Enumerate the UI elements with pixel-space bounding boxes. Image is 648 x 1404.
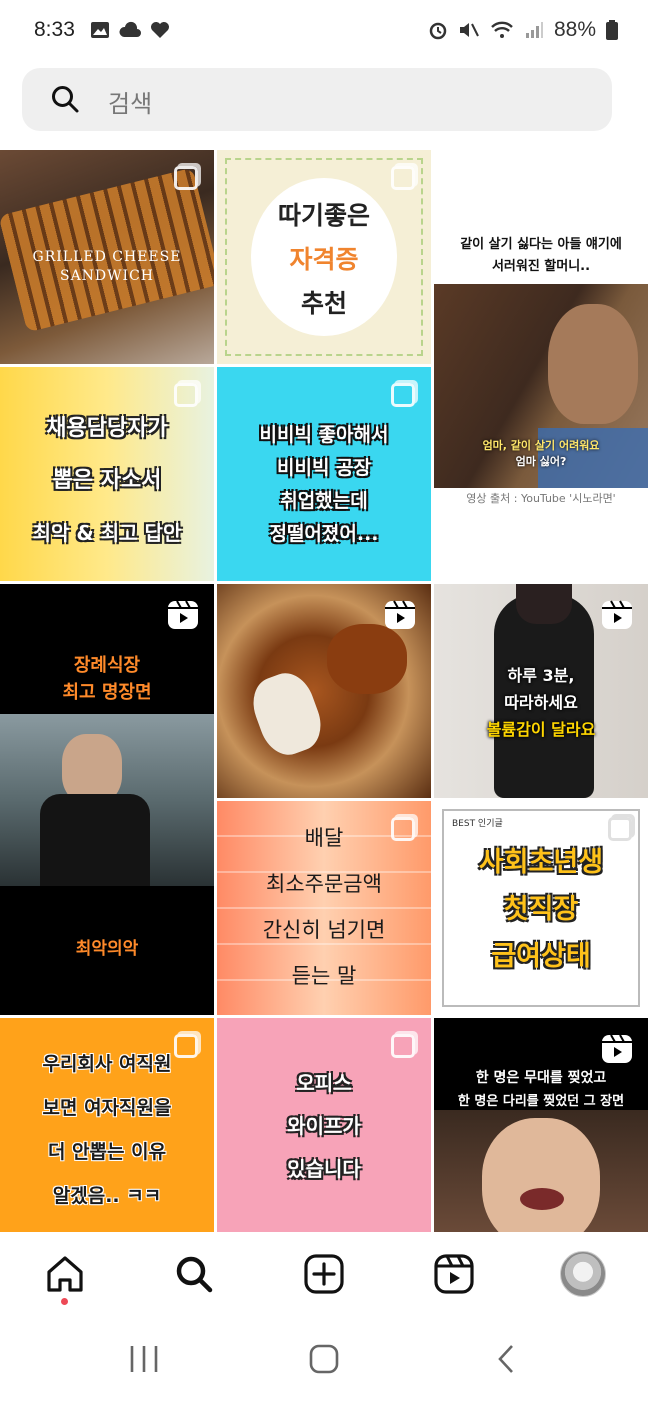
nav-home[interactable] (41, 1250, 89, 1298)
search-icon (176, 1256, 213, 1293)
tile-line: 정떨어졌어... (269, 523, 379, 545)
tile-line: 알겠음.. ㅋㅋ (52, 1185, 162, 1207)
tile-line: 취업했는데 (280, 490, 368, 512)
tile-line: 최악 & 최고 답안 (32, 521, 182, 545)
tile-line: 최고 명장면 (62, 682, 152, 703)
source-credit: 영상 출처 : YouTube '시노라면' (466, 492, 616, 505)
post-tile-bibibig[interactable]: 비비빅 좋아해서 비비빅 공장 취업했는데 정떨어졌어... (217, 367, 431, 581)
tile-line: 따라하세요 (504, 693, 578, 712)
nav-profile[interactable] (559, 1250, 607, 1298)
home-icon (47, 1256, 83, 1292)
tile-line: 자격증 (289, 245, 359, 274)
subtitle-line: 엄마, 같이 살기 어려워요 (482, 439, 600, 452)
nav-reels[interactable] (430, 1250, 478, 1298)
tile-line: 비비빅 공장 (276, 457, 371, 479)
nav-search[interactable] (170, 1250, 218, 1298)
avatar (560, 1251, 606, 1297)
tile-line: 최소주문금액 (266, 872, 382, 896)
tile-line: 오피스 (296, 1071, 352, 1095)
status-bar: 8:33 88% (0, 0, 648, 64)
recent-apps-button[interactable] (128, 1344, 160, 1374)
back-button[interactable] (492, 1344, 522, 1374)
status-time: 8:33 (34, 18, 75, 41)
tile-line: 첫직장 (503, 894, 579, 925)
tile-line: 더 안뽑는 이유 (47, 1141, 167, 1163)
caption-line: 서러워진 할머니.. (491, 259, 591, 274)
wifi-icon (491, 21, 513, 38)
search-placeholder: 검색 (108, 90, 153, 118)
battery-icon (606, 20, 618, 40)
reels-icon (602, 600, 632, 629)
video-frame (0, 714, 214, 886)
gallery-icon (91, 22, 109, 38)
tile-line: 한 명은 다리를 찢었던 그 장면 (457, 1094, 625, 1109)
post-tile-workout[interactable]: 하루 3분, 따라하세요 볼륨감이 달라요 (434, 584, 648, 798)
add-post-icon (304, 1254, 344, 1294)
tile-line: 한 명은 무대를 찢었고 (475, 1070, 607, 1086)
tile-line: 배달 (304, 826, 344, 850)
reels-icon (168, 600, 198, 629)
bottom-nav (0, 1232, 648, 1316)
cloud-icon (119, 21, 141, 37)
post-tile-certificates[interactable]: 따기좋은 자격증 추천 (217, 150, 431, 364)
tile-line: 추천 (300, 289, 347, 318)
tile-line: 와이프가 (287, 1114, 361, 1138)
tile-line: 장례식장 (73, 655, 141, 676)
heart-icon (151, 22, 169, 38)
tile-line: 비비빅 좋아해서 (259, 424, 389, 446)
post-tile-company[interactable]: 우리회사 여직원 보면 여자직원을 더 안뽑는 이유 알겠음.. ㅋㅋ (0, 1018, 214, 1232)
subtitle-line: 엄마 싫어? (515, 455, 567, 468)
post-tile-delivery[interactable]: 배달 최소주문금액 간신히 넘기면 듣는 말 (217, 801, 431, 1015)
tile-line: 사회초년생 (478, 847, 604, 878)
system-nav-bar (0, 1316, 648, 1404)
mute-icon (459, 23, 479, 37)
carousel-icon (174, 166, 198, 190)
tile-line: 급여상태 (491, 941, 591, 972)
caption-line: Grilled cheese (32, 249, 182, 265)
battery-percent: 88% (553, 18, 596, 41)
tile-line: 듣는 말 (291, 964, 357, 988)
tile-line: 하루 3분, (507, 666, 575, 685)
carousel-icon (391, 1034, 415, 1058)
home-button[interactable] (308, 1344, 340, 1374)
reels-icon (602, 1034, 632, 1063)
post-tile-funeral[interactable]: 장례식장 최고 명장면 최악의악 (0, 584, 214, 1015)
reels-icon (385, 600, 415, 629)
video-frame (434, 1110, 648, 1232)
tile-line: 보면 여자직원을 (42, 1097, 172, 1119)
tile-bottom-text: 최악의악 (75, 939, 139, 959)
reels-icon (434, 1254, 474, 1294)
post-tile-salary[interactable]: BEST 인기글 사회초년생 첫직장 급여상태 (434, 801, 648, 1015)
search-icon (52, 86, 79, 113)
tile-line: 간신히 넘기면 (262, 918, 386, 942)
post-tile-office-wife[interactable]: 오피스 와이프가 있습니다 (217, 1018, 431, 1232)
carousel-icon (391, 383, 415, 407)
post-tile-resume[interactable]: 채용담당자가 뽑은 자소서 최악 & 최고 답안 (0, 367, 214, 581)
tile-line: 따기좋은 (277, 201, 370, 230)
tile-line: 채용담당자가 (46, 416, 168, 441)
post-tile-grilled-cheese[interactable]: Grilled cheese Sandwich (0, 150, 214, 364)
nav-create[interactable] (300, 1250, 348, 1298)
explore-grid: Grilled cheese Sandwich 따기좋은 자격증 추천 같이 살… (0, 150, 648, 1232)
notification-dot (61, 1298, 68, 1305)
tile-line: 우리회사 여직원 (42, 1053, 172, 1075)
tile-line: 볼륨감이 달라요 (486, 720, 596, 739)
signal-icon (525, 22, 543, 38)
caption-line: 같이 살기 싫다는 아들 얘기에 (460, 237, 622, 252)
alarm-icon (429, 22, 447, 40)
tile-line: 있습니다 (287, 1157, 361, 1181)
best-badge: BEST 인기글 (452, 819, 503, 829)
post-tile-grandmother[interactable]: 같이 살기 싫다는 아들 얘기에 서러워진 할머니.. 엄마, 같이 살기 어려… (434, 150, 648, 581)
caption-line: Sandwich (59, 268, 155, 284)
carousel-icon (391, 166, 415, 190)
post-tile-fried-chicken[interactable] (217, 584, 431, 798)
search-input[interactable]: 검색 (22, 68, 612, 131)
tile-line: 뽑은 자소서 (52, 468, 162, 493)
carousel-icon (608, 817, 632, 841)
post-tile-crying[interactable]: 한 명은 무대를 찢었고 한 명은 다리를 찢었던 그 장면 (434, 1018, 648, 1232)
